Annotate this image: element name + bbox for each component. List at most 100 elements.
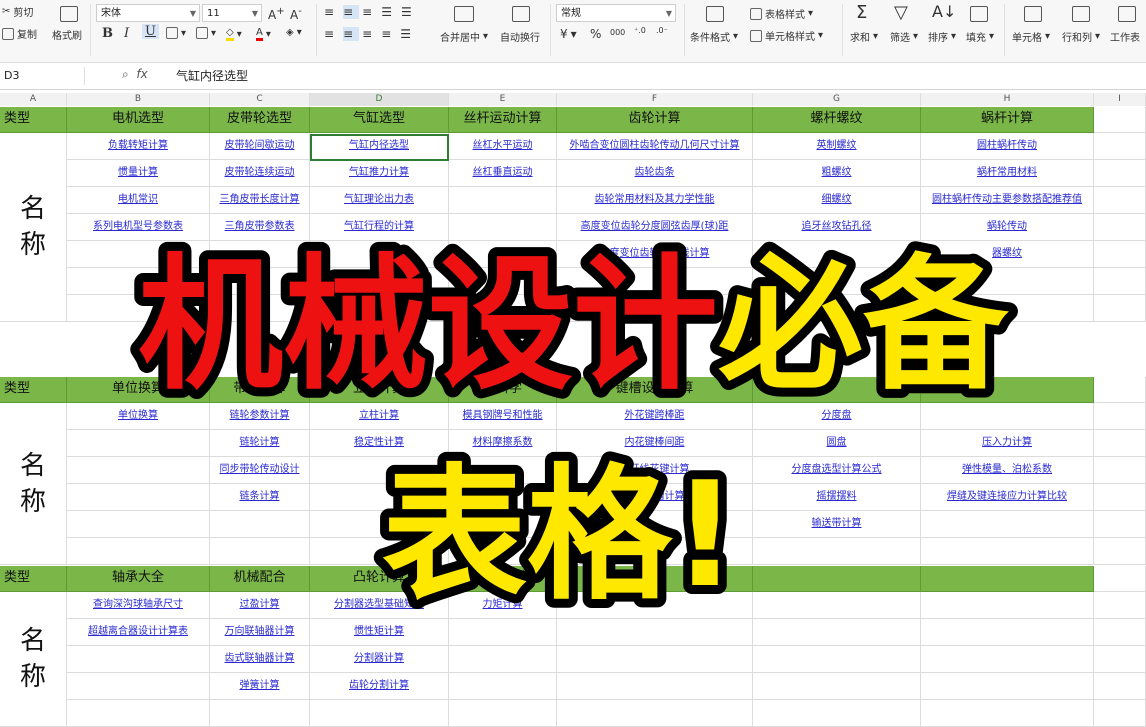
calc-link[interactable]: 模具钢牌号和性能 bbox=[463, 410, 543, 421]
calc-link[interactable]: 分割器选型基础知识 bbox=[334, 599, 424, 610]
table-cell[interactable] bbox=[449, 700, 557, 727]
table-cell[interactable] bbox=[449, 484, 557, 511]
table-cell[interactable] bbox=[753, 619, 921, 646]
calc-link[interactable]: 惯性矩计算 bbox=[354, 626, 404, 637]
table-cell[interactable] bbox=[449, 295, 557, 322]
table-cell[interactable]: 英制螺纹 bbox=[753, 133, 921, 160]
table-cell[interactable]: 模具钢牌号和性能 bbox=[449, 403, 557, 430]
cut-button[interactable]: ✂ 剪切 bbox=[2, 4, 33, 19]
column-header-h[interactable]: H bbox=[921, 93, 1094, 106]
calc-link[interactable]: 查询深沟球轴承尺寸 bbox=[93, 599, 183, 610]
table-cell[interactable]: 高度变位齿轮公法线计算 bbox=[557, 241, 753, 268]
table-cell[interactable]: 器螺纹 bbox=[921, 241, 1094, 268]
category-header[interactable]: 力矩计算 bbox=[449, 566, 557, 592]
table-cell[interactable] bbox=[921, 295, 1094, 322]
table-cell[interactable]: 弹簧计算 bbox=[210, 673, 310, 700]
table-cell[interactable]: 气缸行程的计算 bbox=[310, 214, 449, 241]
thousands-button[interactable]: 000 bbox=[610, 28, 625, 37]
currency-button[interactable]: ¥ ▾ bbox=[560, 27, 577, 41]
selected-cell-d3[interactable] bbox=[310, 134, 449, 161]
border-button[interactable]: ▾ bbox=[166, 27, 186, 39]
calc-link[interactable]: 立柱计算 bbox=[359, 410, 399, 421]
underline-button[interactable]: U bbox=[142, 24, 159, 39]
category-header[interactable]: 丝杆运动计算 bbox=[449, 107, 557, 133]
table-cell[interactable] bbox=[753, 592, 921, 619]
table-cell[interactable]: 焊缝及键连接应力计算比较 bbox=[921, 484, 1094, 511]
table-cell[interactable] bbox=[1094, 592, 1146, 619]
category-header[interactable]: 螺杆螺纹 bbox=[753, 107, 921, 133]
merge-center-button[interactable]: 合并居中 ▾ bbox=[440, 29, 488, 44]
table-cell[interactable]: 细螺纹 bbox=[753, 187, 921, 214]
table-cell[interactable] bbox=[1094, 268, 1146, 295]
table-cell[interactable] bbox=[921, 700, 1094, 727]
calc-link[interactable]: 外花键跨棒距 bbox=[625, 410, 685, 421]
category-header[interactable]: 电机选型 bbox=[67, 107, 210, 133]
category-header[interactable]: 材料学 bbox=[449, 377, 557, 403]
table-cell[interactable]: 力矩计算 bbox=[449, 592, 557, 619]
table-cell[interactable] bbox=[921, 403, 1094, 430]
table-cell[interactable]: 齿轮分割计算 bbox=[310, 673, 449, 700]
copy-button[interactable]: 复制 bbox=[2, 26, 37, 41]
table-cell[interactable]: 查询深沟球轴承尺寸 bbox=[67, 592, 210, 619]
table-cell[interactable]: 输送带计算 bbox=[753, 511, 921, 538]
table-cell[interactable]: 圆盘 bbox=[753, 430, 921, 457]
table-cell[interactable] bbox=[210, 295, 310, 322]
category-header[interactable] bbox=[921, 377, 1094, 403]
table-cell[interactable]: 同步带轮传动设计 bbox=[210, 457, 310, 484]
table-cell[interactable] bbox=[557, 295, 753, 322]
table-cell[interactable]: 材料摩擦系数 bbox=[449, 430, 557, 457]
table-cell[interactable] bbox=[210, 538, 310, 565]
table-cell[interactable]: 链轮参数计算 bbox=[210, 403, 310, 430]
table-cell[interactable]: 圆柱蜗杆传动 bbox=[921, 133, 1094, 160]
table-cell[interactable]: 丝杠水平运动 bbox=[449, 133, 557, 160]
table-cell[interactable]: 稳定性计算 bbox=[310, 430, 449, 457]
column-header-d[interactable]: D bbox=[310, 93, 449, 106]
calc-link[interactable]: 齿轮常用材料及其力学性能 bbox=[595, 194, 715, 205]
font-shrink-button[interactable]: A- bbox=[290, 6, 302, 22]
empty-cell[interactable] bbox=[1094, 566, 1146, 592]
calc-link[interactable]: 万向联轴器计算 bbox=[225, 626, 295, 637]
calc-link[interactable]: 细螺纹 bbox=[822, 194, 852, 205]
calc-link[interactable]: 齿轮齿条 bbox=[635, 167, 675, 178]
font-name-select[interactable]: 宋体 ▼ bbox=[96, 4, 200, 22]
decrease-decimal-button[interactable]: .0⁻ bbox=[656, 26, 668, 35]
table-cell[interactable] bbox=[310, 700, 449, 727]
calc-link[interactable]: 三角皮带长度计算 bbox=[220, 194, 300, 205]
calc-link[interactable]: 链条计算 bbox=[240, 491, 280, 502]
calc-link[interactable]: 内花键棒间距 bbox=[625, 437, 685, 448]
table-cell[interactable] bbox=[921, 511, 1094, 538]
clear-format-button[interactable]: ▾ bbox=[196, 27, 216, 39]
table-cell[interactable] bbox=[210, 700, 310, 727]
table-cell[interactable] bbox=[1094, 673, 1146, 700]
empty-cell[interactable] bbox=[1094, 107, 1146, 133]
table-cell[interactable]: 高度变位齿轮分度圆弦齿厚(球)距 bbox=[557, 214, 753, 241]
table-cell[interactable] bbox=[210, 241, 310, 268]
column-header-a[interactable]: A bbox=[0, 93, 67, 106]
table-cell[interactable] bbox=[557, 592, 753, 619]
table-cell[interactable] bbox=[1094, 133, 1146, 160]
table-cell[interactable] bbox=[449, 673, 557, 700]
table-cell[interactable]: 蜗轮传动 bbox=[921, 214, 1094, 241]
calc-link[interactable]: 分度盘选型计算公式 bbox=[792, 464, 882, 475]
table-cell[interactable] bbox=[1094, 457, 1146, 484]
table-cell[interactable]: 弹性模量、泊松系数 bbox=[921, 457, 1094, 484]
category-header[interactable]: 机械配合 bbox=[210, 566, 310, 592]
column-header-f[interactable]: F bbox=[557, 93, 753, 106]
table-cell[interactable] bbox=[449, 538, 557, 565]
calc-link[interactable]: 负载转矩计算 bbox=[108, 140, 168, 151]
table-cell[interactable]: 蜗杆常用材料 bbox=[921, 160, 1094, 187]
table-cell[interactable]: 压入力计算 bbox=[921, 430, 1094, 457]
category-header[interactable]: 键槽设计计算 bbox=[557, 377, 753, 403]
table-cell[interactable]: 圆柱蜗杆传动主要参数搭配推荐值 bbox=[921, 187, 1094, 214]
table-cell[interactable] bbox=[67, 484, 210, 511]
calc-link[interactable]: 系列电机型号参数表 bbox=[93, 221, 183, 232]
table-cell[interactable] bbox=[921, 538, 1094, 565]
category-header[interactable] bbox=[921, 566, 1094, 592]
table-cell[interactable] bbox=[67, 673, 210, 700]
calc-link[interactable]: 摇摆摆料 bbox=[817, 491, 857, 502]
calc-link[interactable]: 丝杠垂直运动 bbox=[473, 167, 533, 178]
table-cell[interactable]: 三角皮带长度计算 bbox=[210, 187, 310, 214]
column-header-c[interactable]: C bbox=[210, 93, 310, 106]
fill-color-button[interactable]: ◇ ▾ bbox=[226, 27, 242, 41]
table-cell[interactable] bbox=[753, 268, 921, 295]
